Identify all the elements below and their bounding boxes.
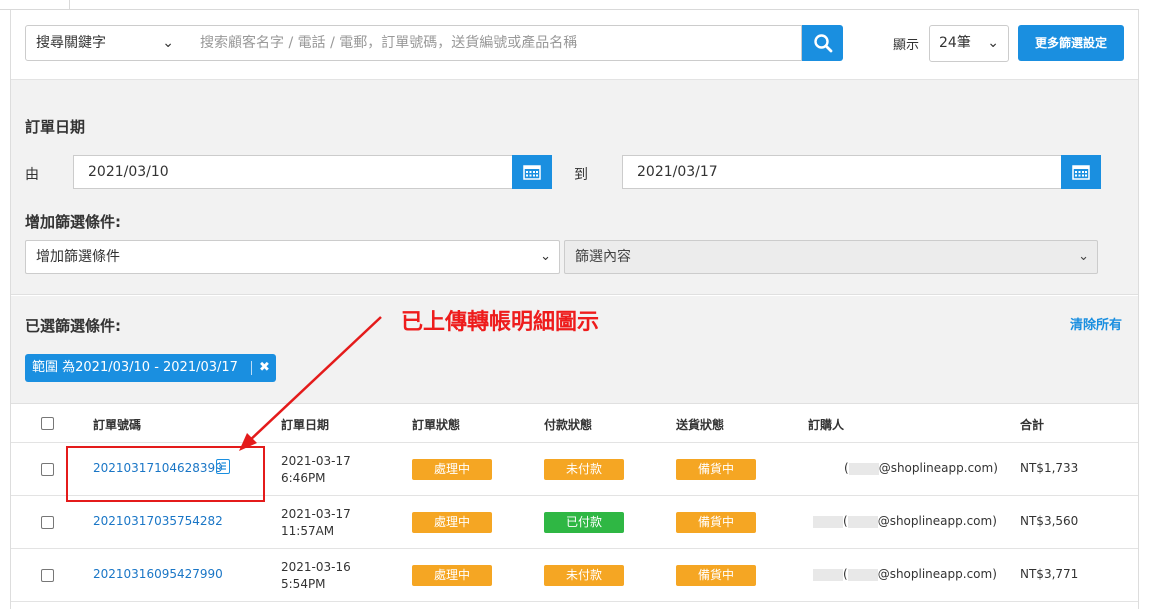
header-total[interactable]: 合計 [1020, 416, 1044, 433]
add-condition-select[interactable]: 增加篩選條件 ⌄ [25, 240, 560, 274]
chip-divider [250, 361, 252, 375]
row-checkbox[interactable] [41, 516, 54, 529]
order-status-badge: 處理中 [412, 459, 492, 480]
date-to-input[interactable]: 2021/03/17 [622, 155, 1062, 189]
order-number-link[interactable]: 20210316095427990 [93, 567, 223, 581]
order-date: 2021-03-17 [281, 454, 351, 468]
header-buyer[interactable]: 訂購人 [808, 416, 844, 433]
page-size-value: 24筆 [939, 35, 971, 51]
page-size-label: 顯示 [893, 38, 920, 53]
redacted-name [848, 462, 879, 475]
filter-content-select[interactable]: 篩選內容 ⌄ [564, 240, 1098, 274]
order-total: NT$1,733 [1020, 461, 1079, 475]
payment-status-badge: 未付款 [544, 459, 624, 480]
order-status-badge: 處理中 [412, 512, 492, 533]
search-placeholder: 搜索顧客名字 / 電話 / 電郵，訂單號碼，送貨編號或產品名稱 [200, 35, 578, 51]
select-all-checkbox[interactable] [41, 417, 54, 430]
keyword-type-select[interactable]: 搜尋關鍵字 ⌄ [25, 25, 185, 61]
order-date: 2021-03-17 [281, 507, 351, 521]
redacted-name [847, 515, 878, 528]
order-date-title: 訂單日期 [25, 118, 86, 136]
page-size-select[interactable]: 24筆 ⌄ [929, 25, 1009, 62]
redacted-name [813, 515, 843, 528]
annotation-highlight-box [66, 446, 265, 502]
date-from-value: 2021/03/10 [88, 164, 169, 180]
row-checkbox[interactable] [41, 569, 54, 582]
redacted-name [847, 568, 878, 581]
redacted-name [813, 568, 843, 581]
selected-filters-panel: 已選篩選條件: 清除所有 範圍 為2021/03/10 - 2021/03/17… [11, 296, 1138, 404]
buyer-email: @shoplineapp.com) [877, 567, 997, 581]
selected-filters-title: 已選篩選條件: [25, 317, 121, 335]
clear-all-link[interactable]: 清除所有 [1070, 314, 1122, 333]
calendar-icon [523, 165, 541, 180]
chevron-down-icon: ⌄ [162, 35, 174, 51]
add-condition-title: 增加篩選條件: [25, 213, 121, 231]
date-to-label: 到 [574, 167, 588, 183]
chevron-down-icon: ⌄ [987, 35, 999, 51]
order-total: NT$3,560 [1020, 514, 1079, 528]
keyword-type-label: 搜尋關鍵字 [36, 35, 106, 51]
calendar-icon [1072, 165, 1090, 180]
delivery-status-badge: 備貨中 [676, 512, 756, 533]
order-date-cell: 2021-03-17 11:57AM [281, 506, 351, 540]
buyer-email: @shoplineapp.com) [877, 514, 997, 528]
order-time: 5:54PM [281, 577, 326, 591]
header-delivery-status[interactable]: 送貨狀態 [676, 416, 724, 433]
header-order-date[interactable]: 訂單日期 [281, 416, 329, 433]
search-input[interactable]: 搜索顧客名字 / 電話 / 電郵，訂單號碼，送貨編號或產品名稱 [184, 25, 802, 61]
filter-content-value: 篩選內容 [575, 249, 631, 265]
date-from-input[interactable]: 2021/03/10 [73, 155, 513, 189]
buyer-cell: (@shoplineapp.com) [813, 567, 997, 581]
order-status-badge: 處理中 [412, 565, 492, 586]
order-date: 2021-03-16 [281, 560, 351, 574]
order-number-link[interactable]: 20210317035754282 [93, 514, 223, 528]
search-bar: 搜尋關鍵字 ⌄ 搜索顧客名字 / 電話 / 電郵，訂單號碼，送貨編號或產品名稱 … [11, 10, 1138, 80]
buyer-email: @shoplineapp.com) [878, 461, 998, 475]
filter-chip: 範圍 為2021/03/10 - 2021/03/17 ✖ [25, 354, 276, 382]
buyer-cell: (@shoplineapp.com) [813, 514, 997, 528]
order-date-cell: 2021-03-16 5:54PM [281, 559, 351, 593]
header-payment-status[interactable]: 付款狀態 [544, 416, 592, 433]
orders-page: 搜尋關鍵字 ⌄ 搜索顧客名字 / 電話 / 電郵，訂單號碼，送貨編號或產品名稱 … [0, 0, 1149, 609]
payment-status-badge: 未付款 [544, 565, 624, 586]
annotation-label: 已上傳轉帳明細圖示 [401, 310, 600, 335]
orders-panel: 搜尋關鍵字 ⌄ 搜索顧客名字 / 電話 / 電郵，訂單號碼，送貨編號或產品名稱 … [10, 10, 1139, 609]
header-order-no[interactable]: 訂單號碼 [93, 416, 141, 433]
top-tab[interactable] [0, 0, 70, 10]
filter-panel: 訂單日期 由 2021/03/10 到 2021/03/17 增加篩選條件: 增… [11, 80, 1138, 295]
payment-status-badge: 已付款 [544, 512, 624, 533]
table-row: 20210317035754282 2021-03-17 11:57AM 處理中… [11, 496, 1138, 549]
search-button[interactable] [802, 25, 843, 61]
delivery-status-badge: 備貨中 [676, 459, 756, 480]
date-from-label: 由 [25, 167, 39, 183]
order-date-cell: 2021-03-17 6:46PM [281, 453, 351, 487]
buyer-cell: (@shoplineapp.com) [844, 461, 998, 475]
row-checkbox[interactable] [41, 463, 54, 476]
date-to-value: 2021/03/17 [637, 164, 718, 180]
add-condition-value: 增加篩選條件 [36, 249, 120, 265]
order-total: NT$3,771 [1020, 567, 1079, 581]
table-header: 訂單號碼 訂單日期 訂單狀態 付款狀態 送貨狀態 訂購人 合計 [11, 404, 1138, 443]
search-icon [813, 34, 832, 53]
table-row: 20210316095427990 2021-03-16 5:54PM 處理中 … [11, 549, 1138, 602]
header-order-status[interactable]: 訂單狀態 [412, 416, 460, 433]
top-tab-strip [0, 0, 1149, 10]
filter-chip-label: 範圍 為2021/03/10 - 2021/03/17 [32, 360, 238, 375]
close-icon[interactable]: ✖ [259, 354, 270, 382]
date-from-calendar-button[interactable] [512, 155, 552, 189]
order-time: 6:46PM [281, 471, 326, 485]
date-to-calendar-button[interactable] [1061, 155, 1101, 189]
chevron-down-icon: ⌄ [540, 249, 551, 264]
delivery-status-badge: 備貨中 [676, 565, 756, 586]
chevron-down-icon: ⌄ [1078, 249, 1089, 264]
more-filters-button[interactable]: 更多篩選設定 [1018, 25, 1124, 61]
orders-table: 訂單號碼 訂單日期 訂單狀態 付款狀態 送貨狀態 訂購人 合計 20210317… [11, 404, 1138, 609]
order-time: 11:57AM [281, 524, 335, 538]
